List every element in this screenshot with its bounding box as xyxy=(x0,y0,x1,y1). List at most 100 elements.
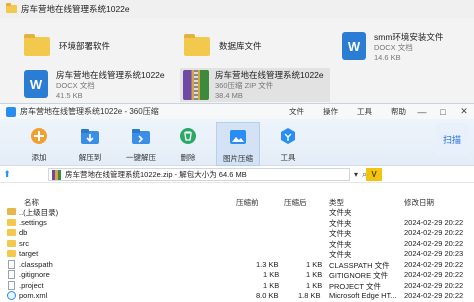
file-icon xyxy=(8,270,15,279)
explorer-item-label: 房车营地在线管理系统1022e xyxy=(56,70,165,80)
file-before-size: 1 KB xyxy=(263,280,280,290)
file-type: 文件夹 xyxy=(329,239,352,249)
folder-icon xyxy=(6,3,17,13)
zip-window: 房车营地在线管理系统1022e - 360压缩 文件 操作 工具 帮助 — □ … xyxy=(0,103,474,302)
explorer-item-type: DOCX 文档 xyxy=(374,43,413,52)
plus-icon xyxy=(29,126,49,146)
file-before-size: 8.0 KB xyxy=(256,291,279,300)
file-type: CLASSPATH 文件 xyxy=(329,260,390,270)
search-icon[interactable]: ⌕ xyxy=(362,169,367,180)
folder-icon xyxy=(24,34,50,56)
explorer-item-size: 41.5 KB xyxy=(56,91,83,100)
word-doc-icon: W xyxy=(342,32,366,60)
zip-toolbar: 添加 解压到 一键解压 删除 图片压缩 工具 扫描 xyxy=(0,119,474,166)
path-v-button[interactable]: V xyxy=(366,168,382,181)
explorer-item-system-zip[interactable]: 房车营地在线管理系统1022e 360压缩 ZIP 文件 38.4 MB xyxy=(180,68,330,102)
file-type: 文件夹 xyxy=(329,250,352,259)
menu-bar: 文件 操作 工具 帮助 xyxy=(289,104,425,119)
close-button[interactable]: ✕ xyxy=(456,104,472,119)
explorer-item-label: 房车营地在线管理系统1022e xyxy=(215,70,324,80)
explorer-item-label: 数据库文件 xyxy=(219,41,262,51)
explorer-item-label: 环境部署软件 xyxy=(59,41,111,51)
file-type: GITIGNORE 文件 xyxy=(329,271,389,280)
archive-path-field[interactable]: 房车营地在线管理系统1022e.zip - 解包大小为 64.6 MB ▾ V xyxy=(48,168,382,181)
tools-label: 工具 xyxy=(280,153,296,162)
path-bar: ⬆ 房车营地在线管理系统1022e.zip - 解包大小为 64.6 MB ▾ … xyxy=(0,167,474,183)
file-date: 2024-02-29 20:23 xyxy=(404,249,464,258)
zip-window-title: 房车营地在线管理系统1022e - 360压缩 xyxy=(20,107,159,116)
table-row[interactable]: .settings 文件夹 2024-02-29 20:22 xyxy=(0,218,474,229)
file-icon xyxy=(8,280,15,290)
file-date: 2024-02-29 20:22 xyxy=(404,259,464,269)
archive-path-text: 房车营地在线管理系统1022e.zip - 解包大小为 64.6 MB xyxy=(65,170,247,179)
add-button[interactable]: 添加 xyxy=(17,122,61,166)
table-row[interactable]: pom.xml 8.0 KB 1.8 KB Microsoft Edge HT.… xyxy=(0,291,474,302)
one-click-extract-icon xyxy=(131,126,151,146)
tools-button[interactable]: 工具 xyxy=(266,122,310,166)
explorer-item-env-software[interactable]: 环境部署软件 xyxy=(24,34,111,56)
file-before-size: 1 KB xyxy=(263,270,280,279)
explorer-item-system-doc[interactable]: W 房车营地在线管理系统1022e DOCX 文档 41.5 KB xyxy=(24,70,165,101)
chevron-down-icon[interactable]: ▾ xyxy=(349,169,363,180)
file-before-size: 1.3 KB xyxy=(256,259,279,269)
menu-file[interactable]: 文件 xyxy=(289,106,304,117)
explorer-item-smm-doc[interactable]: W smm环境安装文件 DOCX 文档 14.6 KB xyxy=(342,32,443,63)
file-explorer-window: 房车营地在线管理系统1022e 环境部署软件 数据库文件 W smm环境安装文件… xyxy=(0,0,474,108)
scan-button[interactable]: 扫描 xyxy=(436,123,468,155)
file-name: .project xyxy=(19,280,44,290)
column-headers: 名称 压缩前 压缩后 类型 修改日期 xyxy=(0,197,474,207)
file-date: 2024-02-29 20:22 xyxy=(404,228,464,237)
table-row[interactable]: db 文件夹 2024-02-29 20:22 xyxy=(0,228,474,239)
file-after-size: 1 KB xyxy=(306,280,323,290)
table-row[interactable]: ..(上级目录) 文件夹 xyxy=(0,207,474,218)
menu-help[interactable]: 帮助 xyxy=(391,106,406,117)
image-compress-button[interactable]: 图片压缩 xyxy=(216,122,260,166)
file-name: src xyxy=(19,238,29,248)
table-row[interactable]: src 文件夹 2024-02-29 20:22 xyxy=(0,239,474,250)
tools-icon xyxy=(278,126,298,146)
file-date: 2024-02-29 20:22 xyxy=(404,217,464,227)
file-name: db xyxy=(19,228,28,237)
folder-icon xyxy=(184,34,210,56)
minimize-button[interactable]: — xyxy=(414,104,430,119)
folder-icon xyxy=(7,250,16,257)
folder-icon xyxy=(7,218,16,226)
file-type: 文件夹 xyxy=(329,218,352,228)
one-click-extract-label: 一键解压 xyxy=(126,153,156,162)
file-after-size: 1.8 KB xyxy=(298,291,321,300)
file-type: PROJECT 文件 xyxy=(329,281,381,291)
word-doc-icon: W xyxy=(24,70,48,98)
menu-operate[interactable]: 操作 xyxy=(323,106,338,117)
file-type: 文件夹 xyxy=(329,229,352,238)
explorer-item-label: smm环境安装文件 xyxy=(374,32,444,42)
explorer-item-size: 14.6 KB xyxy=(374,53,401,62)
maximize-button[interactable]: □ xyxy=(435,104,451,119)
one-click-extract-button[interactable]: 一键解压 xyxy=(119,122,163,166)
image-compress-icon xyxy=(228,127,248,147)
explorer-item-database-files[interactable]: 数据库文件 xyxy=(184,34,262,56)
table-row[interactable]: .project 1 KB 1 KB PROJECT 文件 2024-02-29… xyxy=(0,280,474,292)
menu-tools[interactable]: 工具 xyxy=(357,106,372,117)
file-date: 2024-02-29 20:22 xyxy=(404,270,464,279)
explorer-titlebar: 房车营地在线管理系统1022e xyxy=(0,0,474,18)
file-after-size: 1 KB xyxy=(306,259,323,269)
file-name: .gitignore xyxy=(19,270,50,279)
table-row[interactable]: .classpath 1.3 KB 1 KB CLASSPATH 文件 2024… xyxy=(0,259,474,271)
file-type: 文件夹 xyxy=(329,208,352,217)
up-arrow-icon[interactable]: ⬆ xyxy=(0,167,14,183)
app-logo-icon xyxy=(6,106,16,117)
parent-folder-icon xyxy=(7,208,16,215)
file-name: ..(上级目录) xyxy=(19,208,59,217)
file-name: target xyxy=(19,249,39,258)
extract-to-button[interactable]: 解压到 xyxy=(68,122,112,166)
delete-label: 删除 xyxy=(180,153,196,162)
explorer-title: 房车营地在线管理系统1022e xyxy=(21,4,130,14)
folder-icon xyxy=(7,239,16,247)
delete-button[interactable]: 删除 xyxy=(166,122,210,166)
file-name: pom.xml xyxy=(19,291,48,300)
table-row[interactable]: .gitignore 1 KB 1 KB GITIGNORE 文件 2024-0… xyxy=(0,270,474,281)
file-type: Microsoft Edge HT... xyxy=(329,291,397,300)
file-date: 2024-02-29 20:22 xyxy=(404,291,464,300)
zip-titlebar: 房车营地在线管理系统1022e - 360压缩 文件 操作 工具 帮助 — □ … xyxy=(0,104,474,119)
table-row[interactable]: target 文件夹 2024-02-29 20:23 xyxy=(0,249,474,260)
